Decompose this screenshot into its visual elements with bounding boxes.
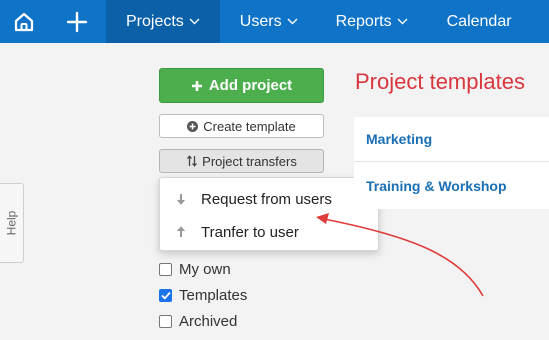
- nav-reports[interactable]: Reports: [315, 0, 425, 43]
- plus-circle-icon: [187, 120, 199, 132]
- my-own-checkbox[interactable]: [159, 263, 172, 276]
- top-navigation: Projects Users Reports Calendar: [0, 0, 549, 43]
- nav-users[interactable]: Users: [220, 0, 315, 43]
- templates-checkbox[interactable]: [159, 289, 172, 302]
- nav-users-label: Users: [239, 12, 282, 30]
- nav-reports-label: Reports: [335, 12, 392, 30]
- arrow-down-icon: [160, 193, 201, 205]
- nav-projects-label: Projects: [126, 12, 184, 30]
- add-project-button[interactable]: Add project: [159, 68, 324, 103]
- chevron-down-icon: [397, 18, 408, 25]
- nav-calendar-label: Calendar: [446, 12, 512, 30]
- home-icon[interactable]: [0, 0, 48, 43]
- menu-item-label: Request from users: [201, 190, 332, 208]
- template-list: Marketing Training & Workshop: [354, 117, 549, 209]
- arrow-up-icon: [160, 226, 201, 238]
- project-transfers-label: Project transfers: [202, 153, 297, 169]
- plus-icon: [191, 80, 203, 92]
- filter-my-own: My own: [159, 261, 231, 278]
- template-marketing[interactable]: Marketing: [366, 131, 432, 147]
- filter-archived: Archived: [159, 313, 237, 330]
- nav-projects[interactable]: Projects: [106, 0, 220, 43]
- transfer-arrows-icon: [186, 155, 198, 167]
- chevron-down-icon: [287, 18, 298, 25]
- page-title: Project templates: [355, 69, 525, 94]
- template-training-workshop[interactable]: Training & Workshop: [366, 178, 507, 194]
- help-tab[interactable]: Help: [0, 183, 24, 263]
- filter-templates: Templates: [159, 287, 247, 304]
- my-own-label: My own: [179, 261, 231, 278]
- help-label: Help: [4, 210, 19, 236]
- project-transfers-button[interactable]: Project transfers: [159, 149, 324, 173]
- plus-icon[interactable]: [48, 0, 106, 43]
- divider: [354, 161, 549, 162]
- transfers-dropdown-menu: Request from users Tranfer to user: [159, 177, 379, 251]
- add-project-label: Add project: [208, 77, 293, 94]
- menu-item-transfer-to-user[interactable]: Tranfer to user: [160, 217, 378, 247]
- create-template-button[interactable]: Create template: [159, 114, 324, 138]
- create-template-label: Create template: [203, 118, 296, 134]
- archived-label: Archived: [179, 313, 238, 330]
- templates-label: Templates: [179, 287, 248, 304]
- menu-item-label: Tranfer to user: [201, 223, 299, 241]
- nav-calendar[interactable]: Calendar: [425, 0, 529, 43]
- menu-item-request-from-users[interactable]: Request from users: [160, 184, 378, 214]
- chevron-down-icon: [189, 18, 200, 25]
- archived-checkbox[interactable]: [159, 315, 172, 328]
